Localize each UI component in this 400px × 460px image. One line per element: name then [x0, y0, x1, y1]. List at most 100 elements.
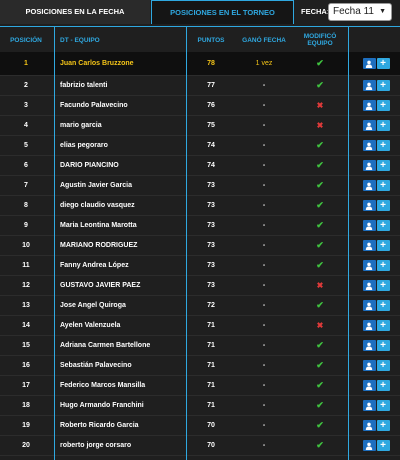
- check-icon: ✔: [316, 380, 324, 390]
- row-position: 1: [24, 60, 28, 67]
- row-actions: +: [352, 316, 400, 335]
- row-modifico: ✖: [294, 116, 346, 135]
- plus-icon[interactable]: +: [376, 280, 390, 291]
- user-icon[interactable]: [362, 440, 376, 451]
- row-points: 71: [207, 362, 215, 369]
- row-points: 73: [207, 222, 215, 229]
- check-icon: ✔: [316, 420, 324, 430]
- row-actions: +: [352, 196, 400, 215]
- row-modifico: ✔: [294, 236, 346, 255]
- user-icon[interactable]: [362, 400, 376, 411]
- row-points: 73: [207, 282, 215, 289]
- table-row: 17 Federico Marcos Mansilla 71 - ✔ +: [0, 376, 400, 396]
- user-icon[interactable]: [362, 260, 376, 271]
- user-icon[interactable]: [362, 160, 376, 171]
- row-modifico: ✖: [294, 96, 346, 115]
- table-row: 13 Jose Angel Quiroga 72 - ✔ +: [0, 296, 400, 316]
- user-icon[interactable]: [362, 320, 376, 331]
- row-actions: +: [352, 356, 400, 375]
- row-actions: +: [352, 136, 400, 155]
- row-gano-fecha: -: [262, 122, 266, 129]
- row-position: 14: [22, 322, 30, 329]
- user-icon[interactable]: [362, 420, 376, 431]
- row-position: 8: [24, 202, 28, 209]
- user-icon[interactable]: [362, 58, 376, 69]
- user-icon[interactable]: [362, 200, 376, 211]
- check-icon: ✔: [316, 240, 324, 250]
- user-icon[interactable]: [362, 140, 376, 151]
- row-gano-fecha: -: [262, 82, 266, 89]
- plus-icon[interactable]: +: [376, 200, 390, 211]
- user-icon[interactable]: [362, 100, 376, 111]
- row-actions: +: [352, 236, 400, 255]
- cross-icon: ✖: [316, 321, 324, 330]
- fecha-select-value: Fecha 11: [333, 6, 374, 17]
- user-icon[interactable]: [362, 240, 376, 251]
- check-icon: ✔: [316, 140, 324, 150]
- plus-icon[interactable]: +: [376, 320, 390, 331]
- user-icon[interactable]: [362, 380, 376, 391]
- table-header: POSICIÓN DT - EQUIPO PUNTOS GANÓ FECHA M…: [0, 26, 400, 52]
- row-position: 7: [24, 182, 28, 189]
- plus-icon[interactable]: +: [376, 300, 390, 311]
- row-points: 74: [207, 142, 215, 149]
- row-team-name: Adriana Carmen Bartellone: [60, 342, 151, 349]
- plus-icon[interactable]: +: [376, 160, 390, 171]
- row-modifico: ✔: [294, 356, 346, 375]
- row-position: 2: [24, 82, 28, 89]
- plus-icon[interactable]: +: [376, 420, 390, 431]
- row-team-name: diego claudio vasquez: [60, 202, 135, 209]
- user-icon[interactable]: [362, 280, 376, 291]
- plus-icon[interactable]: +: [376, 58, 390, 69]
- header-pts: PUNTOS: [197, 36, 225, 44]
- plus-icon[interactable]: +: [376, 240, 390, 251]
- row-gano-fecha: -: [262, 442, 266, 449]
- row-team-name: mario garcia: [60, 122, 102, 129]
- check-icon: ✔: [316, 80, 324, 90]
- fecha-select[interactable]: Fecha 11 ▼: [328, 3, 392, 21]
- tab-posiciones-fecha[interactable]: POSICIONES EN LA FECHA: [0, 0, 150, 24]
- table-row: 6 DARIO PIANCINO 74 - ✔ +: [0, 156, 400, 176]
- row-team-name: elias pegoraro: [60, 142, 108, 149]
- user-icon[interactable]: [362, 340, 376, 351]
- plus-icon[interactable]: +: [376, 100, 390, 111]
- user-icon[interactable]: [362, 220, 376, 231]
- row-points: 71: [207, 402, 215, 409]
- plus-icon[interactable]: +: [376, 180, 390, 191]
- row-position: 19: [22, 422, 30, 429]
- row-position: 18: [22, 402, 30, 409]
- plus-icon[interactable]: +: [376, 340, 390, 351]
- user-icon[interactable]: [362, 360, 376, 371]
- plus-icon[interactable]: +: [376, 260, 390, 271]
- column-divider: [186, 26, 187, 460]
- row-modifico: ✔: [294, 256, 346, 275]
- user-icon[interactable]: [362, 300, 376, 311]
- table-row: 19 Roberto Ricardo Garcia 70 - ✔ +: [0, 416, 400, 436]
- user-icon[interactable]: [362, 120, 376, 131]
- row-modifico: ✔: [294, 156, 346, 175]
- plus-icon[interactable]: +: [376, 80, 390, 91]
- plus-icon[interactable]: +: [376, 440, 390, 451]
- cross-icon: ✖: [316, 121, 324, 130]
- row-team-name: Roberto Ricardo Garcia: [60, 422, 139, 429]
- header-team: DT - EQUIPO: [60, 36, 100, 44]
- plus-icon[interactable]: +: [376, 220, 390, 231]
- user-icon[interactable]: [362, 180, 376, 191]
- row-gano-fecha: -: [262, 422, 266, 429]
- row-points: 78: [207, 60, 215, 67]
- fecha-label: FECHA:: [301, 7, 330, 16]
- check-icon: ✔: [316, 440, 324, 450]
- tab-posiciones-torneo[interactable]: POSICIONES EN EL TORNEO: [151, 0, 294, 24]
- plus-icon[interactable]: +: [376, 140, 390, 151]
- plus-icon[interactable]: +: [376, 400, 390, 411]
- row-modifico: ✔: [294, 52, 346, 75]
- plus-icon[interactable]: +: [376, 380, 390, 391]
- user-icon[interactable]: [362, 80, 376, 91]
- row-gano-fecha: -: [262, 242, 266, 249]
- plus-icon[interactable]: +: [376, 120, 390, 131]
- cross-icon: ✖: [316, 101, 324, 110]
- plus-icon[interactable]: +: [376, 360, 390, 371]
- row-position: 13: [22, 302, 30, 309]
- row-position: 11: [22, 262, 30, 269]
- row-team-name: Hugo Armando Franchini: [60, 402, 144, 409]
